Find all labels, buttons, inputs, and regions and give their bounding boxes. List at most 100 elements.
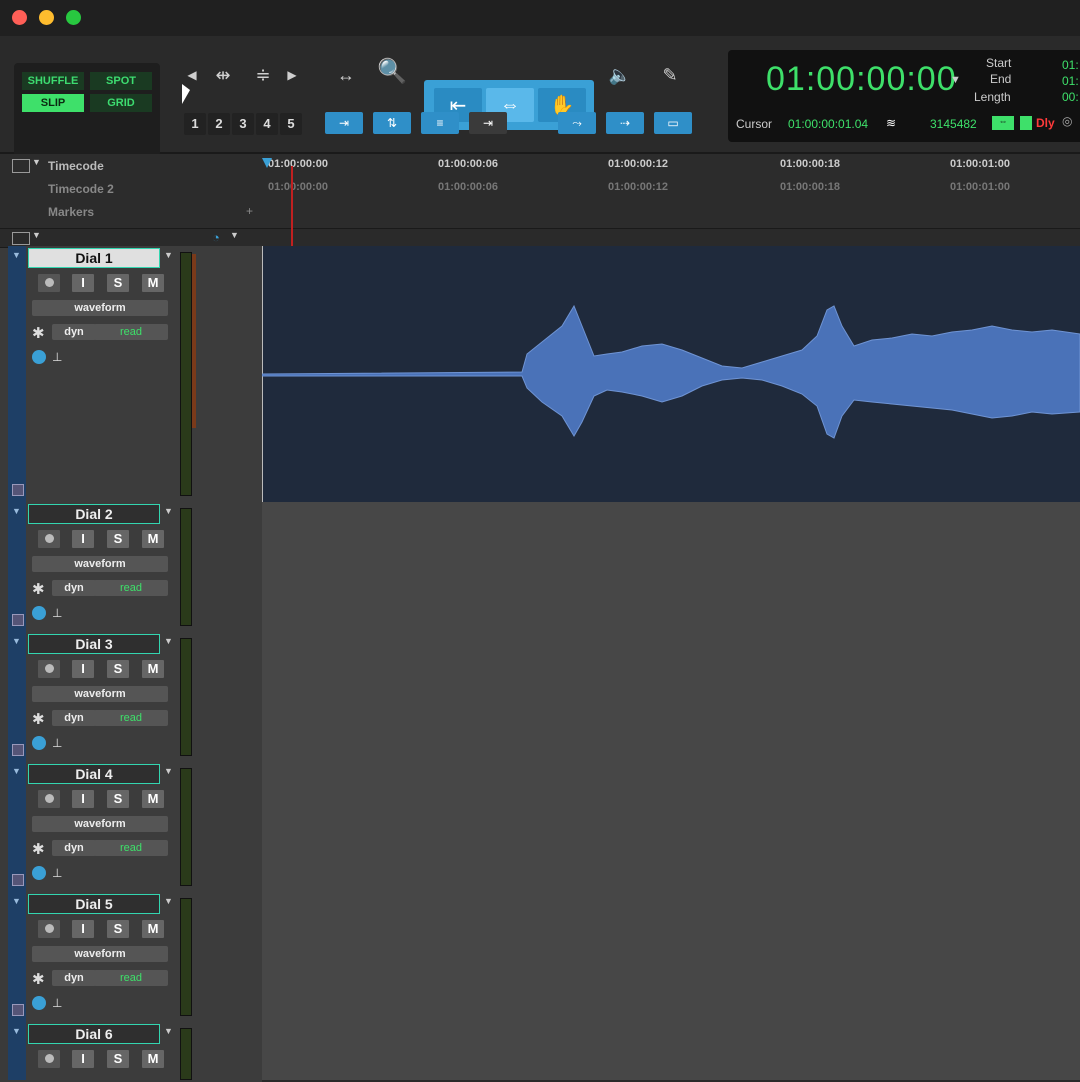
mute-button[interactable]: M	[142, 920, 164, 938]
input-monitor-button[interactable]: I	[72, 274, 94, 292]
track-expand-chevron-icon[interactable]: ▼	[12, 250, 21, 260]
timebase-clock-icon[interactable]: ◔	[212, 230, 220, 245]
input-monitor-button[interactable]: I	[72, 790, 94, 808]
start-value[interactable]: 01:	[1062, 58, 1079, 72]
elastic-audio-icon[interactable]: ✱	[32, 580, 48, 598]
track-menu-chevron-icon[interactable]: ▼	[164, 1026, 173, 1036]
timebase-selector[interactable]: dyn	[52, 710, 96, 726]
tab-to-transient-icon[interactable]: ⇥	[325, 112, 363, 134]
track-menu-chevron-icon[interactable]: ▼	[164, 896, 173, 906]
main-counter-value[interactable]: 01:00:00:00	[766, 60, 957, 99]
midi-zoom-icon[interactable]: ≑	[246, 60, 280, 90]
automation-mode-selector[interactable]: read	[94, 970, 168, 986]
zoom-preset-4[interactable]: 4	[256, 113, 278, 135]
timebase-selector[interactable]: dyn	[52, 580, 96, 596]
solo-button[interactable]: S	[107, 790, 129, 808]
track-name[interactable]: Dial 3	[28, 634, 160, 654]
record-enable-button[interactable]	[38, 660, 60, 678]
input-monitor-button[interactable]: I	[72, 1050, 94, 1068]
track-menu-chevron-icon[interactable]: ▼	[164, 250, 173, 260]
mirror-midi-icon[interactable]: ⤳	[558, 112, 596, 134]
track-view-icon[interactable]	[12, 232, 30, 245]
length-value[interactable]: 00:	[1062, 90, 1079, 104]
elastic-audio-icon[interactable]: ✱	[32, 840, 48, 858]
playhead-marker-icon[interactable]	[262, 158, 272, 168]
track-lane-dial-3[interactable]	[262, 632, 1080, 764]
track-lane-dial-5[interactable]	[262, 892, 1080, 1024]
track-expand-chevron-icon[interactable]: ▼	[12, 506, 21, 516]
mute-button[interactable]: M	[142, 790, 164, 808]
link-track-icon[interactable]: ≡	[421, 112, 459, 134]
solo-button[interactable]: S	[107, 274, 129, 292]
track-name[interactable]: Dial 5	[28, 894, 160, 914]
playlist-icon[interactable]: ⊥	[52, 350, 62, 364]
track-name[interactable]: Dial 6	[28, 1024, 160, 1044]
track-view-chevron-icon[interactable]: ▼	[32, 230, 41, 240]
record-enable-button[interactable]	[38, 920, 60, 938]
input-monitor-button[interactable]: I	[72, 530, 94, 548]
playlist-icon[interactable]: ⊥	[52, 736, 62, 750]
link-timeline-icon[interactable]: ⇅	[373, 112, 411, 134]
timebase-clock-icon[interactable]	[32, 350, 46, 364]
timebase-selector[interactable]: dyn	[52, 840, 96, 856]
mute-button[interactable]: M	[142, 660, 164, 678]
track-view-selector[interactable]: waveform	[32, 816, 168, 832]
elastic-audio-icon[interactable]: ✱	[32, 710, 48, 728]
elastic-audio-icon[interactable]: ✱	[32, 324, 48, 342]
track-lane-dial-4[interactable]	[262, 762, 1080, 894]
automation-follows-icon[interactable]: ⇢	[606, 112, 644, 134]
mute-button[interactable]: M	[142, 530, 164, 548]
layered-editing-icon[interactable]: ▭	[654, 112, 692, 134]
track-lane-dial-6[interactable]	[262, 1022, 1080, 1082]
track-expand-chevron-icon[interactable]: ▼	[12, 896, 21, 906]
track-name[interactable]: Dial 1	[28, 248, 160, 268]
delay-compensation-icon[interactable]	[1020, 116, 1032, 130]
track-lane-dial-1[interactable]	[262, 246, 1080, 504]
audio-waveform[interactable]	[262, 246, 1080, 502]
track-lane-dial-2[interactable]	[262, 502, 1080, 634]
shuffle-mode-button[interactable]: SHUFFLE	[22, 72, 84, 90]
track-resize-icon[interactable]	[12, 614, 24, 626]
zoom-window-button[interactable]	[66, 10, 81, 25]
track-view-selector[interactable]: waveform	[32, 300, 168, 316]
automation-mode-selector[interactable]: read	[94, 324, 168, 340]
ruler-menu-chevron-icon[interactable]: ▼	[32, 157, 41, 167]
record-enable-button[interactable]	[38, 274, 60, 292]
solo-button[interactable]: S	[107, 920, 129, 938]
zoom-preset-5[interactable]: 5	[280, 113, 302, 135]
input-monitor-button[interactable]: I	[72, 660, 94, 678]
scrubber-tool-icon[interactable]: 🔈	[602, 60, 638, 90]
add-marker-icon[interactable]: +	[246, 204, 253, 218]
record-enable-button[interactable]	[38, 790, 60, 808]
solo-button[interactable]: S	[107, 1050, 129, 1068]
mute-button[interactable]: M	[142, 274, 164, 292]
end-value[interactable]: 01:	[1062, 74, 1079, 88]
nudge-icon[interactable]: ⇔	[992, 116, 1014, 130]
zoom-preset-3[interactable]: 3	[232, 113, 254, 135]
track-view-selector[interactable]: waveform	[32, 946, 168, 962]
track-resize-icon[interactable]	[12, 744, 24, 756]
track-resize-icon[interactable]	[12, 874, 24, 886]
spot-mode-button[interactable]: SPOT	[90, 72, 152, 90]
track-name[interactable]: Dial 2	[28, 504, 160, 524]
zoomer-tool-icon[interactable]: 🔍	[372, 56, 412, 86]
track-resize-icon[interactable]	[12, 1004, 24, 1016]
zoom-preset-2[interactable]: 2	[208, 113, 230, 135]
track-name[interactable]: Dial 4	[28, 764, 160, 784]
zoom-in-right-icon[interactable]: ▶	[284, 60, 300, 90]
track-menu-chevron-icon[interactable]: ▼	[164, 636, 173, 646]
input-monitor-button[interactable]: I	[72, 920, 94, 938]
ruler-view-icon[interactable]	[12, 159, 30, 173]
timebase-chevron-icon[interactable]: ▼	[230, 230, 239, 240]
slip-mode-button[interactable]: SLIP	[22, 94, 84, 112]
timebase-clock-icon[interactable]	[32, 866, 46, 880]
track-expand-chevron-icon[interactable]: ▼	[12, 1026, 21, 1036]
track-resize-icon[interactable]	[12, 484, 24, 496]
counter-format-chevron-icon[interactable]: ▼	[950, 74, 961, 86]
playlist-icon[interactable]: ⊥	[52, 866, 62, 880]
close-window-button[interactable]	[12, 10, 27, 25]
solo-button[interactable]: S	[107, 530, 129, 548]
record-enable-button[interactable]	[38, 1050, 60, 1068]
automation-mode-selector[interactable]: read	[94, 710, 168, 726]
insertion-follows-icon[interactable]: ⇥	[469, 112, 507, 134]
